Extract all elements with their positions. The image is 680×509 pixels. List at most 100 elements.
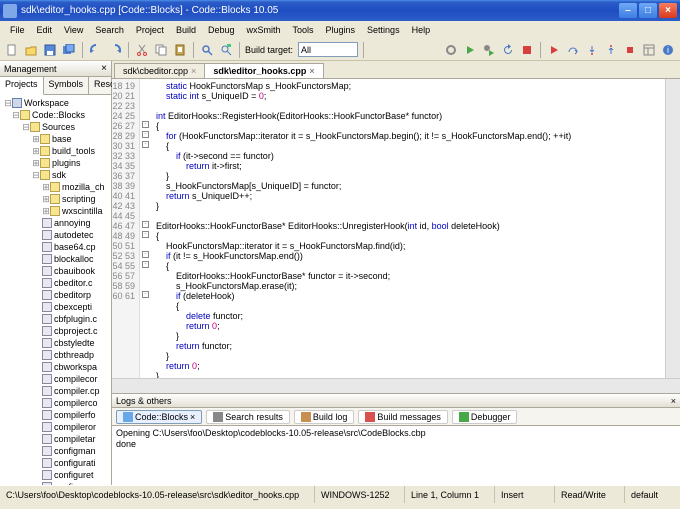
- menu-settings[interactable]: Settings: [361, 23, 406, 37]
- log-content[interactable]: Opening C:\Users\foo\Desktop\codeblocks-…: [112, 426, 680, 485]
- status-path: C:\Users\foo\Desktop\codeblocks-10.05-re…: [0, 486, 315, 503]
- menu-plugins[interactable]: Plugins: [320, 23, 362, 37]
- tree-item[interactable]: compilecor: [2, 373, 109, 385]
- info-icon[interactable]: i: [660, 42, 676, 58]
- maximize-button[interactable]: □: [639, 3, 657, 18]
- redo-icon[interactable]: [107, 42, 123, 58]
- rebuild-icon[interactable]: [500, 42, 516, 58]
- tree-item[interactable]: ⊞scripting: [2, 193, 109, 205]
- tree-item[interactable]: ⊞plugins: [2, 157, 109, 169]
- menu-file[interactable]: File: [4, 23, 31, 37]
- save-icon[interactable]: [42, 42, 58, 58]
- tab-close-icon[interactable]: ×: [309, 66, 314, 76]
- menu-view[interactable]: View: [58, 23, 89, 37]
- mgmt-tab-projects[interactable]: Projects: [0, 77, 44, 95]
- fold-column[interactable]: --------------: [140, 79, 152, 378]
- step-out-icon[interactable]: [603, 42, 619, 58]
- tree-item[interactable]: compilerfo: [2, 409, 109, 421]
- tree-item[interactable]: cbworkspa: [2, 361, 109, 373]
- log-tab[interactable]: Code::Blocks ×: [116, 410, 202, 424]
- find-icon[interactable]: [199, 42, 215, 58]
- tree-item[interactable]: ⊞wxscintilla: [2, 205, 109, 217]
- tree-item[interactable]: base64.cp: [2, 241, 109, 253]
- build-icon[interactable]: [443, 42, 459, 58]
- status-encoding: WINDOWS-1252: [315, 486, 405, 503]
- management-title: Management: [4, 64, 57, 74]
- tree-item[interactable]: cbeditor.c: [2, 277, 109, 289]
- editor-tab[interactable]: sdk\cbeditor.cpp×: [114, 63, 205, 78]
- project-tree[interactable]: ⊟Workspace⊟Code::Blocks⊟Sources⊞base⊞bui…: [0, 95, 111, 485]
- tree-item[interactable]: compiler.cp: [2, 385, 109, 397]
- tree-item[interactable]: compileror: [2, 421, 109, 433]
- abort-icon[interactable]: [519, 42, 535, 58]
- tree-item[interactable]: ⊞mozilla_ch: [2, 181, 109, 193]
- debug-windows-icon[interactable]: [641, 42, 657, 58]
- tree-item[interactable]: cbeditorp: [2, 289, 109, 301]
- tab-close-icon[interactable]: ×: [191, 66, 196, 76]
- tab-close-icon[interactable]: ×: [190, 412, 195, 422]
- tree-item[interactable]: cbauibook: [2, 265, 109, 277]
- save-all-icon[interactable]: [61, 42, 77, 58]
- tree-item[interactable]: compiletar: [2, 433, 109, 445]
- mgmt-tab-symbols[interactable]: Symbols: [44, 77, 90, 94]
- copy-icon[interactable]: [153, 42, 169, 58]
- editor-tab[interactable]: sdk\editor_hooks.cpp×: [204, 63, 323, 78]
- tree-item[interactable]: configuret: [2, 469, 109, 481]
- svg-text:i: i: [667, 45, 669, 55]
- tree-item[interactable]: ⊟Workspace: [2, 97, 109, 109]
- step-over-icon[interactable]: [565, 42, 581, 58]
- menu-project[interactable]: Project: [130, 23, 170, 37]
- debug-icon[interactable]: [546, 42, 562, 58]
- tree-item[interactable]: ⊞build_tools: [2, 145, 109, 157]
- menu-debug[interactable]: Debug: [202, 23, 241, 37]
- run-icon[interactable]: [462, 42, 478, 58]
- tree-item[interactable]: cbstyledte: [2, 337, 109, 349]
- replace-icon[interactable]: [218, 42, 234, 58]
- menu-tools[interactable]: Tools: [287, 23, 320, 37]
- tree-item[interactable]: cbexcepti: [2, 301, 109, 313]
- logs-close-icon[interactable]: ×: [671, 396, 676, 406]
- tree-item[interactable]: configurati: [2, 457, 109, 469]
- tree-item[interactable]: autodetec: [2, 229, 109, 241]
- vertical-scrollbar[interactable]: [665, 79, 680, 378]
- management-close-icon[interactable]: ×: [101, 63, 107, 74]
- menu-edit[interactable]: Edit: [31, 23, 59, 37]
- tree-item[interactable]: ⊟Code::Blocks: [2, 109, 109, 121]
- stop-debug-icon[interactable]: [622, 42, 638, 58]
- menu-search[interactable]: Search: [89, 23, 130, 37]
- tree-item[interactable]: blockalloc: [2, 253, 109, 265]
- tree-item[interactable]: ⊟Sources: [2, 121, 109, 133]
- build-run-icon[interactable]: [481, 42, 497, 58]
- logs-panel: Logs & others × Code::Blocks ×Search res…: [112, 393, 680, 485]
- tree-item[interactable]: confirmrep: [2, 481, 109, 485]
- build-target-select[interactable]: [298, 42, 358, 57]
- tree-item[interactable]: cbfplugin.c: [2, 313, 109, 325]
- step-into-icon[interactable]: [584, 42, 600, 58]
- open-icon[interactable]: [23, 42, 39, 58]
- code-text[interactable]: static HookFunctorsMap s_HookFunctorsMap…: [152, 79, 665, 378]
- tree-item[interactable]: compilerco: [2, 397, 109, 409]
- tree-item[interactable]: annoying: [2, 217, 109, 229]
- code-editor[interactable]: 18 19 20 21 22 23 24 25 26 27 28 29 30 3…: [112, 79, 680, 378]
- menu-wxsmith[interactable]: wxSmith: [240, 23, 286, 37]
- new-file-icon[interactable]: [4, 42, 20, 58]
- paste-icon[interactable]: [172, 42, 188, 58]
- undo-icon[interactable]: [88, 42, 104, 58]
- cut-icon[interactable]: [134, 42, 150, 58]
- build-target-label: Build target:: [245, 45, 293, 55]
- log-tab[interactable]: Build messages: [358, 410, 448, 424]
- log-tab[interactable]: Build log: [294, 410, 355, 424]
- tree-item[interactable]: cbthreadp: [2, 349, 109, 361]
- line-gutter: 18 19 20 21 22 23 24 25 26 27 28 29 30 3…: [112, 79, 140, 378]
- menu-help[interactable]: Help: [406, 23, 437, 37]
- horizontal-scrollbar[interactable]: [112, 378, 680, 393]
- tree-item[interactable]: ⊟sdk: [2, 169, 109, 181]
- menu-build[interactable]: Build: [170, 23, 202, 37]
- close-button[interactable]: ×: [659, 3, 677, 18]
- tree-item[interactable]: ⊞base: [2, 133, 109, 145]
- log-tab[interactable]: Search results: [206, 410, 290, 424]
- tree-item[interactable]: cbproject.c: [2, 325, 109, 337]
- minimize-button[interactable]: –: [619, 3, 637, 18]
- tree-item[interactable]: configman: [2, 445, 109, 457]
- log-tab[interactable]: Debugger: [452, 410, 518, 424]
